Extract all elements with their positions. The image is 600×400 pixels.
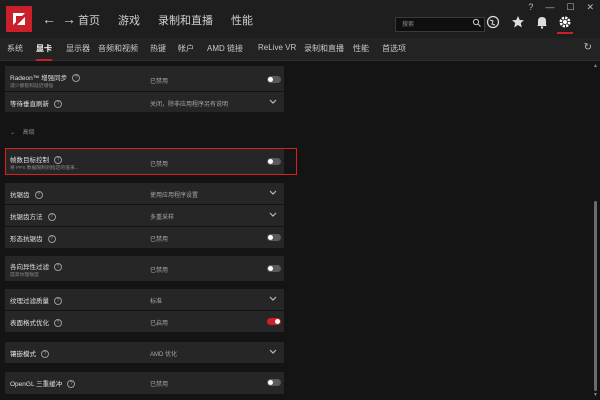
setting-radeon-boost: Radeon™ 增强同步? 减少撕裂和延迟增强 已禁用: [5, 66, 284, 91]
setting-opengl-triple: OpenGL 三重缓冲? 已禁用: [5, 372, 284, 394]
anisotropic-toggle[interactable]: [267, 265, 281, 272]
info-icon[interactable]: ?: [54, 297, 62, 306]
gear-icon[interactable]: [558, 15, 572, 29]
nav-performance[interactable]: 性能: [231, 12, 253, 28]
info-icon[interactable]: ?: [34, 191, 43, 200]
scroll-down-icon[interactable]: ▼: [593, 392, 598, 398]
chevron-down-icon[interactable]: [269, 212, 277, 218]
tab-display[interactable]: 显示器: [66, 43, 90, 54]
chevron-down-icon[interactable]: [269, 99, 277, 105]
setting-value: 已禁用: [150, 382, 169, 388]
amd-logo[interactable]: [6, 6, 32, 32]
setting-label: 抗锯齿方法: [10, 214, 43, 221]
star-icon[interactable]: [511, 15, 525, 29]
chevron-down-icon[interactable]: [269, 296, 277, 302]
info-icon[interactable]: ?: [67, 380, 76, 389]
advanced-section-header[interactable]: ⌄ 高级: [10, 127, 35, 136]
settings-content: Radeon™ 增强同步? 减少撕裂和延迟增强 已禁用 等待垂直刷新? 关闭，除…: [0, 61, 600, 400]
forward-arrow-icon[interactable]: →: [62, 11, 76, 27]
refresh-icon[interactable]: ↻: [584, 42, 592, 53]
section-label: 高级: [22, 130, 35, 136]
chevron-down-icon[interactable]: [269, 349, 277, 355]
setting-value: 已启用: [150, 321, 169, 327]
setting-label: 表面格式优化: [10, 320, 49, 327]
setting-anti-aliasing[interactable]: 抗锯齿? 使用应用程序设置: [5, 183, 284, 204]
setting-surface-opt: 表面格式优化? 已启用: [5, 311, 284, 332]
tab-record-stream[interactable]: 录制和直播: [304, 43, 344, 54]
globe-icon[interactable]: [486, 15, 500, 29]
tab-amd-link[interactable]: AMD 链接: [207, 43, 243, 54]
setting-value: 已禁用: [150, 79, 169, 85]
tab-performance[interactable]: 性能: [353, 43, 369, 54]
tab-graphics[interactable]: 显卡: [36, 43, 52, 61]
setting-label: 形态抗锯齿: [10, 236, 43, 243]
nav-home[interactable]: 首页: [78, 12, 100, 28]
scroll-up-icon[interactable]: ▲: [593, 63, 598, 69]
setting-wait-vsync[interactable]: 等待垂直刷新? 关闭，除非应用程序另有说明: [5, 92, 284, 112]
nav-games[interactable]: 游戏: [118, 12, 140, 28]
setting-label: OpenGL 三重缓冲: [10, 381, 63, 388]
info-icon[interactable]: ?: [72, 74, 81, 83]
setting-value: 标准: [150, 299, 163, 305]
setting-value: 已禁用: [150, 237, 169, 243]
setting-desc: 提高纹理锐度: [10, 273, 39, 278]
setting-label: 纹理过滤质量: [10, 298, 49, 305]
tab-audio-video[interactable]: 音频和视频: [98, 43, 138, 54]
setting-value: AMD 优化: [150, 352, 178, 358]
tab-hotkeys[interactable]: 热键: [150, 43, 166, 54]
setting-label: 抗锯齿: [10, 192, 30, 199]
info-icon[interactable]: ?: [47, 213, 56, 222]
morph-aa-toggle[interactable]: [267, 234, 281, 241]
setting-desc: 减少撕裂和延迟增强: [10, 84, 54, 89]
setting-tessellation[interactable]: 镶嵌模式? AMD 优化: [5, 342, 284, 363]
top-nav: 首页 游戏 录制和直播 性能: [78, 12, 253, 28]
setting-value: 使用应用程序设置: [150, 193, 199, 199]
info-icon[interactable]: ?: [47, 235, 56, 244]
search-input[interactable]: 搜索: [395, 17, 485, 32]
info-icon[interactable]: ?: [54, 319, 62, 328]
tab-account[interactable]: 帐户: [178, 43, 194, 54]
scrollbar[interactable]: ▲ ▼: [593, 61, 598, 400]
bell-icon[interactable]: [535, 15, 549, 29]
info-icon[interactable]: ?: [41, 350, 49, 359]
surface-opt-toggle[interactable]: [267, 318, 281, 325]
highlight-frame: [5, 148, 297, 175]
tab-preferences[interactable]: 首选项: [382, 43, 406, 54]
nav-record-stream[interactable]: 录制和直播: [158, 12, 213, 28]
radeon-boost-toggle[interactable]: [267, 76, 281, 83]
settings-tab-bar: 系统 显卡 显示器 音频和视频 热键 帐户 AMD 链接 ReLive VR 录…: [0, 38, 600, 61]
close-button[interactable]: ✕: [586, 2, 594, 13]
info-icon[interactable]: ?: [54, 263, 62, 272]
opengl-triple-toggle[interactable]: [267, 379, 281, 386]
chevron-down-icon[interactable]: ⌄: [10, 130, 15, 136]
minimize-button[interactable]: —: [545, 2, 554, 13]
setting-label: Radeon™ 增强同步: [10, 75, 68, 82]
setting-aa-method[interactable]: 抗锯齿方法? 多重采样: [5, 205, 284, 226]
search-placeholder: 搜索: [402, 22, 415, 28]
setting-value: 关闭，除非应用程序另有说明: [150, 102, 229, 108]
back-arrow-icon[interactable]: ←: [42, 11, 56, 27]
setting-anisotropic: 各向异性过滤? 提高纹理锐度 已禁用: [5, 256, 284, 281]
chevron-down-icon[interactable]: [269, 190, 277, 196]
setting-morph-aa: 形态抗锯齿? 已禁用: [5, 227, 284, 248]
setting-label: 镶嵌模式: [10, 351, 36, 358]
setting-label: 等待垂直刷新: [10, 101, 49, 108]
window-controls: ? — ☐ ✕: [528, 2, 594, 13]
scroll-thumb[interactable]: [594, 201, 597, 391]
setting-label: 各向异性过滤: [10, 264, 49, 271]
info-icon[interactable]: ?: [54, 100, 62, 109]
tab-system[interactable]: 系统: [7, 43, 23, 54]
title-bar: ← → 首页 游戏 录制和直播 性能 搜索 ? — ☐ ✕: [0, 0, 600, 38]
setting-value: 已禁用: [150, 268, 169, 274]
maximize-button[interactable]: ☐: [566, 2, 574, 13]
active-settings-indicator: [557, 32, 573, 34]
setting-value: 多重采样: [150, 215, 175, 221]
setting-texture-quality[interactable]: 纹理过滤质量? 标准: [5, 289, 284, 310]
tab-relive-vr[interactable]: ReLive VR: [258, 43, 296, 52]
search-icon[interactable]: [472, 18, 482, 28]
help-button[interactable]: ?: [528, 2, 533, 13]
